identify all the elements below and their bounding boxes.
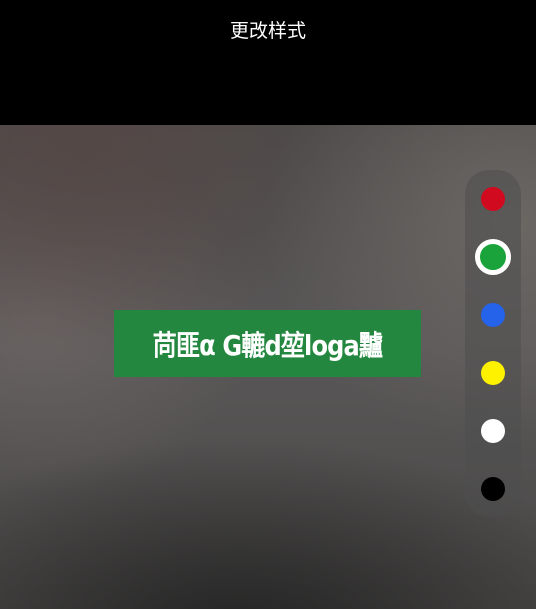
color-swatch-green[interactable] bbox=[475, 239, 511, 275]
color-palette bbox=[465, 170, 521, 517]
color-swatch-red[interactable] bbox=[481, 187, 505, 211]
top-bar: 更改样式 bbox=[0, 0, 536, 125]
color-swatch-blue[interactable] bbox=[481, 303, 505, 327]
page-title: 更改样式 bbox=[229, 20, 306, 42]
sticker-text: 苘匪α G轆d堃loga黸 bbox=[152, 328, 383, 362]
color-swatch-yellow[interactable] bbox=[481, 361, 505, 385]
text-sticker[interactable]: 苘匪α G轆d堃loga黸 bbox=[114, 310, 421, 377]
color-swatch-black[interactable] bbox=[481, 477, 505, 501]
photo-canvas[interactable]: 苘匪α G轆d堃loga黸 bbox=[0, 125, 536, 609]
color-swatch-white[interactable] bbox=[481, 419, 505, 443]
